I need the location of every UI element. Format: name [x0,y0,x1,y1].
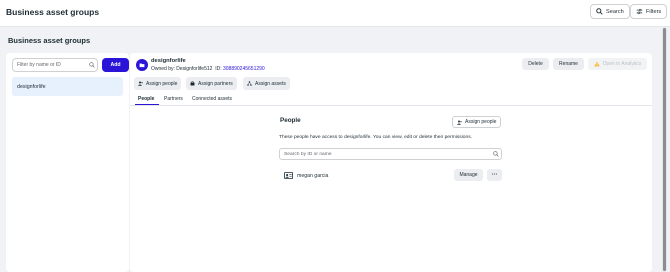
page-title: Business asset groups [6,7,100,17]
open-in-analytics-label: Open in Analytics [602,61,642,67]
tab-connected-assets[interactable]: Connected assets [192,96,232,102]
open-in-analytics-button[interactable]: Open in Analytics [588,58,647,70]
people-section-title: People [280,117,301,124]
filter-icon [636,8,643,15]
id-label: ID: [215,66,222,72]
tab-partners[interactable]: Partners [164,96,183,102]
section-title: Business asset groups [8,36,91,45]
assign-partners-button[interactable]: Assign partners [186,77,237,90]
tab-divider [130,105,652,106]
list-item[interactable]: designforlife [12,77,123,96]
delete-button[interactable]: Delete [522,58,549,70]
asset-group-list-panel: Add designforlife [6,53,129,272]
rename-button[interactable]: Rename [553,58,584,70]
assign-people-secondary-label: Assign people [465,119,497,125]
assign-assets-label: Assign assets [255,80,286,87]
scrollbar-thumb[interactable] [663,28,666,271]
avatar [136,59,148,71]
briefcase-icon [190,81,195,86]
filters-button-label: Filters [646,8,662,15]
top-bar: Business asset groups Search Filters [0,0,670,27]
search-icon [89,62,95,68]
more-options-button[interactable]: ··· [487,169,502,181]
filters-button[interactable]: Filters [630,4,668,19]
folder-icon [139,63,145,68]
filter-input[interactable] [12,58,98,72]
assign-people-label: Assign people [146,80,178,87]
person-add-icon [138,81,143,86]
assign-people-secondary-button[interactable]: Assign people [452,116,502,128]
assign-assets-button[interactable]: Assign assets [243,77,290,90]
group-name: designforlife [151,58,186,64]
warning-icon [593,61,600,67]
owned-by-text: Owned by: Designforlife512 [151,66,213,72]
user-card-icon [284,171,293,180]
search-people-input[interactable] [279,148,502,160]
tab-people[interactable]: People [138,96,154,102]
search-button-label: Search [606,8,624,15]
user-name: megan garcia [297,173,329,179]
people-description: These people have access to designforlif… [279,135,473,140]
search-icon [493,151,499,157]
add-button[interactable]: Add [102,58,129,72]
assign-people-button[interactable]: Assign people [134,77,182,90]
person-add-icon [457,120,462,125]
search-icon [596,8,603,15]
manage-button[interactable]: Manage [454,169,483,181]
owner-info: Owned by: Designforlife512 ID: 308890245… [151,66,265,72]
group-id-link[interactable]: 308890245651290 [223,66,265,72]
asset-group-detail-panel: designforlife Owned by: Designforlife512… [130,53,652,272]
assets-icon [247,81,252,86]
search-button[interactable]: Search [590,4,630,19]
assign-partners-label: Assign partners [198,80,233,87]
